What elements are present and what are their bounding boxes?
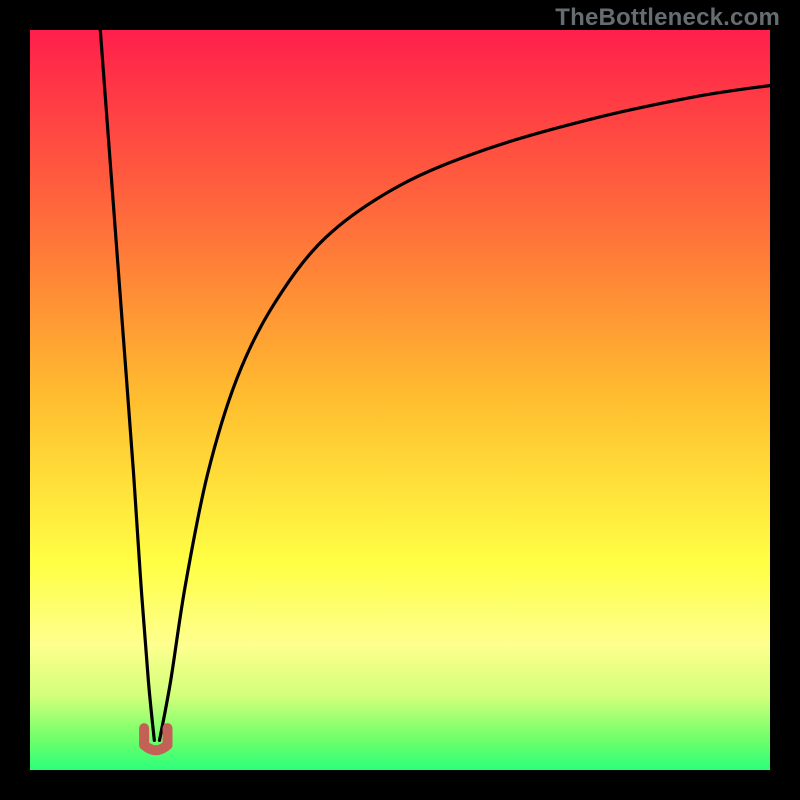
bottleneck-plot	[0, 0, 800, 800]
gradient-background	[30, 30, 770, 770]
watermark-label: TheBottleneck.com	[555, 4, 780, 32]
chart-frame: TheBottleneck.com	[0, 0, 800, 800]
